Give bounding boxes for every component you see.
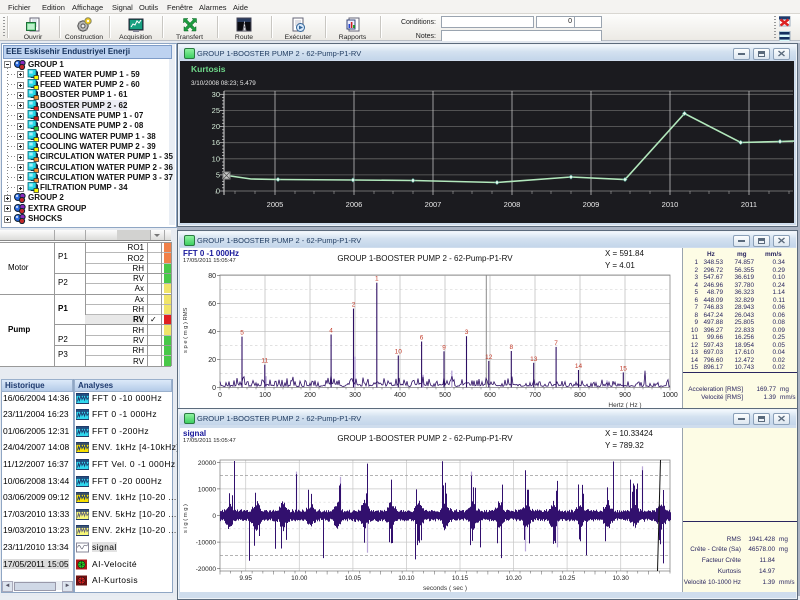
svg-text:300: 300: [349, 392, 361, 399]
svg-text:30: 30: [212, 90, 220, 99]
svg-text:-20000: -20000: [196, 566, 217, 573]
svg-text:0: 0: [212, 513, 216, 520]
svg-text:0: 0: [212, 385, 216, 392]
svg-text:2010: 2010: [662, 200, 679, 209]
svg-text:8: 8: [509, 344, 513, 351]
svg-text:-10000: -10000: [196, 540, 217, 547]
svg-text:10.05: 10.05: [345, 575, 362, 582]
svg-text:2011: 2011: [741, 200, 757, 209]
svg-text:10.10: 10.10: [398, 575, 415, 582]
svg-text:1000: 1000: [662, 392, 678, 399]
svg-text:13: 13: [530, 356, 538, 363]
svg-text:2008: 2008: [504, 200, 521, 209]
svg-text:500: 500: [439, 392, 451, 399]
svg-text:10: 10: [395, 349, 403, 356]
svg-text:20: 20: [208, 357, 216, 364]
svg-text:1: 1: [375, 276, 379, 283]
svg-text:100: 100: [259, 392, 271, 399]
svg-text:5: 5: [240, 330, 244, 337]
svg-text:80: 80: [208, 273, 216, 280]
svg-text:2007: 2007: [425, 200, 442, 209]
svg-text:10.20: 10.20: [505, 575, 522, 582]
svg-text:2009: 2009: [583, 200, 600, 209]
svg-text:900: 900: [619, 392, 631, 399]
svg-text:20000: 20000: [198, 460, 216, 467]
svg-text:40: 40: [208, 329, 216, 336]
svg-text:60: 60: [208, 301, 216, 308]
svg-text:14: 14: [575, 363, 583, 370]
svg-text:6: 6: [420, 335, 424, 342]
svg-text:10.15: 10.15: [452, 575, 469, 582]
svg-text:12: 12: [485, 354, 493, 361]
svg-text:700: 700: [529, 392, 541, 399]
svg-text:25: 25: [212, 106, 220, 115]
svg-text:seconds ( sec ): seconds ( sec ): [423, 585, 467, 592]
svg-text:10: 10: [212, 154, 220, 163]
svg-text:11: 11: [261, 358, 268, 365]
svg-text:9.95: 9.95: [239, 575, 252, 582]
svg-text:s i g ( m g ): s i g ( m g ): [183, 504, 189, 533]
svg-text:10.30: 10.30: [613, 575, 630, 582]
svg-text:15: 15: [620, 365, 628, 372]
svg-text:0: 0: [218, 392, 222, 399]
svg-text:3: 3: [465, 329, 469, 336]
svg-text:7: 7: [554, 340, 558, 347]
svg-text:2006: 2006: [346, 200, 363, 209]
svg-text:s p e ( m g ) RMS: s p e ( m g ) RMS: [183, 307, 189, 353]
svg-text:9: 9: [442, 344, 446, 351]
svg-text:200: 200: [304, 392, 316, 399]
svg-text:600: 600: [484, 392, 496, 399]
svg-text:Kurtosis: Kurtosis: [191, 64, 226, 74]
svg-text:10000: 10000: [198, 486, 216, 493]
svg-text:3/10/2008 08:23; 5.479: 3/10/2008 08:23; 5.479: [191, 80, 256, 87]
svg-text:800: 800: [574, 392, 586, 399]
svg-text:5: 5: [216, 170, 220, 179]
svg-text:400: 400: [394, 392, 406, 399]
svg-text:4: 4: [329, 328, 333, 335]
svg-text:10.00: 10.00: [291, 575, 308, 582]
svg-text:16: 16: [212, 138, 220, 147]
svg-text:2005: 2005: [267, 200, 284, 209]
svg-text:0: 0: [216, 187, 220, 196]
svg-text:2: 2: [352, 302, 356, 309]
svg-text:20: 20: [212, 122, 220, 131]
svg-text:10.25: 10.25: [559, 575, 576, 582]
